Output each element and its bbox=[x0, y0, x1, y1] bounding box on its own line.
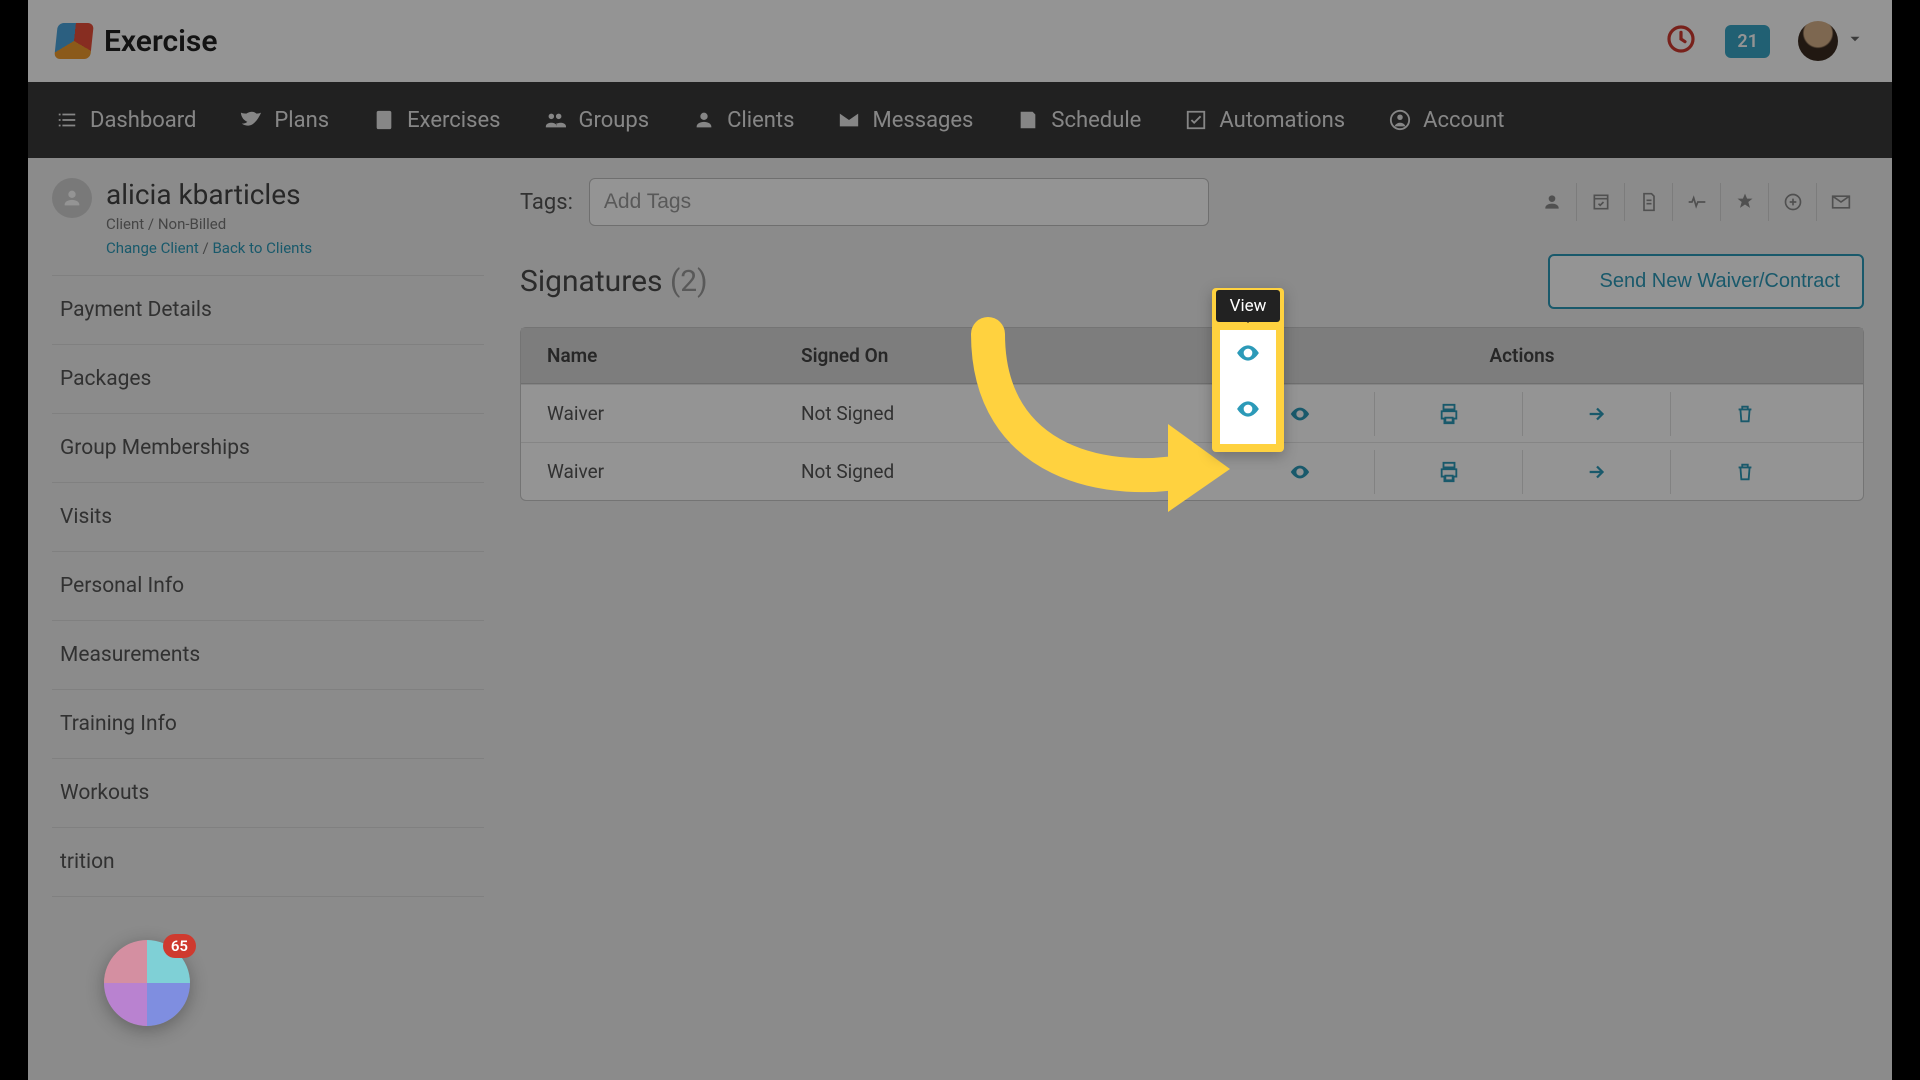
delete-button[interactable] bbox=[1670, 392, 1818, 436]
brand-logo-icon bbox=[54, 23, 94, 59]
print-button[interactable] bbox=[1374, 450, 1522, 494]
nav-label: Clients bbox=[727, 108, 794, 133]
client-name: alicia kbarticles bbox=[106, 178, 312, 211]
notification-badge[interactable]: 21 bbox=[1725, 25, 1770, 58]
nav-dashboard[interactable]: Dashboard bbox=[56, 108, 196, 133]
client-side-menu: Payment Details Packages Group Membershi… bbox=[52, 275, 484, 897]
side-item-payment-details[interactable]: Payment Details bbox=[52, 275, 484, 344]
side-item-workouts[interactable]: Workouts bbox=[52, 758, 484, 827]
top-header: Exercise 21 bbox=[28, 0, 1892, 82]
nav-label: Groups bbox=[578, 108, 649, 133]
client-header: alicia kbarticles Client / Non-Billed Ch… bbox=[52, 178, 484, 257]
cell-name: Waiver bbox=[521, 402, 801, 425]
table-row: Waiver Not Signed bbox=[521, 384, 1863, 442]
plus-circle-icon[interactable] bbox=[1768, 183, 1816, 221]
cell-name: Waiver bbox=[521, 460, 801, 483]
chevron-down-icon bbox=[1846, 30, 1864, 52]
nav-label: Exercises bbox=[407, 108, 500, 133]
signatures-title: Signatures (2) bbox=[520, 264, 708, 299]
signatures-count: (2) bbox=[670, 264, 708, 299]
cell-signed-on: Not Signed bbox=[801, 460, 1181, 483]
signatures-title-text: Signatures bbox=[520, 264, 662, 299]
nav-label: Automations bbox=[1219, 108, 1345, 133]
eye-icon[interactable] bbox=[1235, 340, 1261, 366]
document-icon[interactable] bbox=[1624, 183, 1672, 221]
header-right: 21 bbox=[1665, 21, 1864, 61]
chat-badge-count: 65 bbox=[163, 934, 196, 958]
nav-automations[interactable]: Automations bbox=[1185, 108, 1345, 133]
col-signed-on: Signed On bbox=[801, 344, 1181, 367]
chat-launcher[interactable]: 65 bbox=[104, 940, 190, 1026]
send-waiver-button[interactable]: Send New Waiver/Contract bbox=[1548, 254, 1864, 309]
change-client-link[interactable]: Change Client bbox=[106, 239, 199, 257]
nav-label: Account bbox=[1423, 108, 1504, 133]
nav-label: Dashboard bbox=[90, 108, 196, 133]
table-header: Name Signed On Actions bbox=[521, 328, 1863, 384]
side-item-personal-info[interactable]: Personal Info bbox=[52, 551, 484, 620]
delete-button[interactable] bbox=[1670, 450, 1818, 494]
heart-rate-icon[interactable] bbox=[1672, 183, 1720, 221]
brand: Exercise bbox=[56, 23, 217, 59]
print-button[interactable] bbox=[1374, 392, 1522, 436]
mail-icon[interactable] bbox=[1816, 183, 1864, 221]
separator: / bbox=[203, 239, 209, 257]
user-icon[interactable] bbox=[1528, 183, 1576, 221]
view-button[interactable] bbox=[1226, 450, 1374, 494]
nav-messages[interactable]: Messages bbox=[838, 108, 973, 133]
user-menu[interactable] bbox=[1798, 21, 1864, 61]
side-item-nutrition[interactable]: trition bbox=[52, 827, 484, 897]
client-action-icons bbox=[1528, 183, 1864, 221]
client-avatar-icon bbox=[52, 178, 92, 218]
signatures-table: Name Signed On Actions Waiver Not Signed bbox=[520, 327, 1864, 501]
cell-signed-on: Not Signed bbox=[801, 402, 1181, 425]
star-icon[interactable] bbox=[1720, 183, 1768, 221]
calendar-check-icon[interactable] bbox=[1576, 183, 1624, 221]
view-column-highlight: View bbox=[1212, 288, 1284, 452]
nav-plans[interactable]: Plans bbox=[240, 108, 329, 133]
nav-schedule[interactable]: Schedule bbox=[1017, 108, 1141, 133]
col-name: Name bbox=[521, 344, 801, 367]
side-item-packages[interactable]: Packages bbox=[52, 344, 484, 413]
side-item-group-memberships[interactable]: Group Memberships bbox=[52, 413, 484, 482]
view-tooltip: View bbox=[1216, 290, 1280, 322]
nav-label: Messages bbox=[872, 108, 973, 133]
back-to-clients-link[interactable]: Back to Clients bbox=[212, 239, 312, 257]
nav-label: Plans bbox=[274, 108, 329, 133]
nav-clients[interactable]: Clients bbox=[693, 108, 794, 133]
table-row: Waiver Not Signed bbox=[521, 442, 1863, 500]
nav-label: Schedule bbox=[1051, 108, 1141, 133]
nav-groups[interactable]: Groups bbox=[544, 108, 649, 133]
tags-label: Tags: bbox=[520, 190, 573, 215]
side-item-measurements[interactable]: Measurements bbox=[52, 620, 484, 689]
send-waiver-label: Send New Waiver/Contract bbox=[1600, 270, 1840, 293]
client-subtitle: Client / Non-Billed bbox=[106, 215, 312, 233]
nav-account[interactable]: Account bbox=[1389, 108, 1504, 133]
avatar-icon bbox=[1798, 21, 1838, 61]
side-item-visits[interactable]: Visits bbox=[52, 482, 484, 551]
clock-icon[interactable] bbox=[1665, 23, 1697, 59]
send-button[interactable] bbox=[1522, 450, 1670, 494]
side-item-training-info[interactable]: Training Info bbox=[52, 689, 484, 758]
send-button[interactable] bbox=[1522, 392, 1670, 436]
tags-input[interactable] bbox=[589, 178, 1209, 226]
main-nav: Dashboard Plans Exercises Groups Clients… bbox=[28, 82, 1892, 158]
nav-exercises[interactable]: Exercises bbox=[373, 108, 500, 133]
brand-name: Exercise bbox=[104, 24, 217, 59]
eye-icon[interactable] bbox=[1235, 396, 1261, 422]
